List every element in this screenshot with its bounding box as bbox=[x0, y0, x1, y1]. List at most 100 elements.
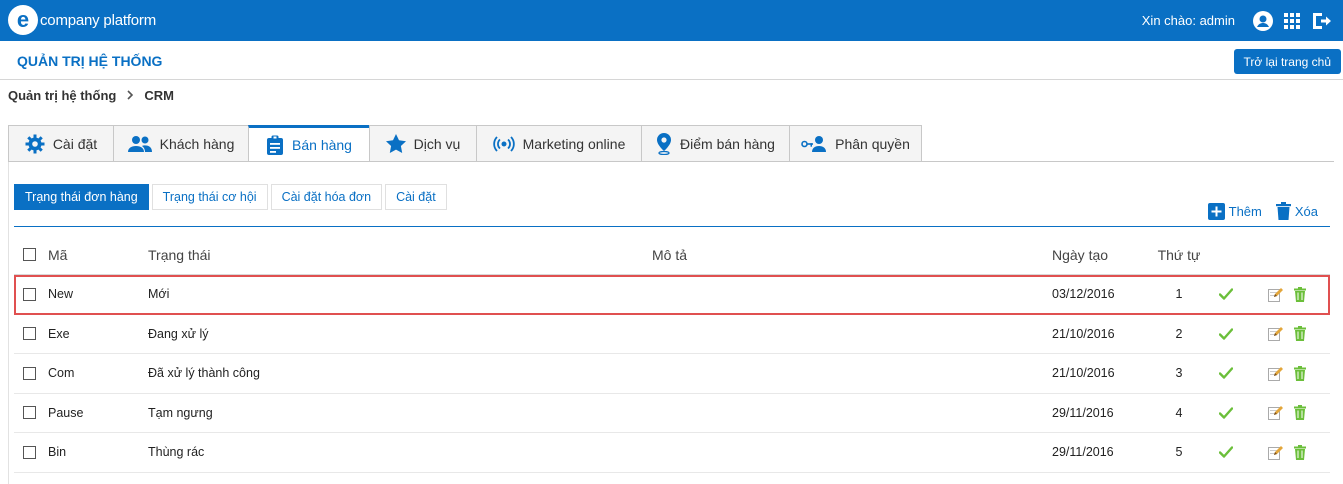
tab-label: Khách hàng bbox=[159, 135, 235, 152]
select-all-checkbox[interactable] bbox=[23, 248, 36, 261]
cell-created-date: 21/10/2016 bbox=[1052, 366, 1115, 381]
breadcrumb: Quản trị hệ thống CRM bbox=[8, 88, 174, 103]
star-icon bbox=[385, 134, 406, 153]
checkmark-icon[interactable] bbox=[1219, 315, 1233, 354]
cell-code: Pause bbox=[48, 405, 84, 420]
map-pin-icon bbox=[656, 132, 672, 155]
subtab-order-status[interactable]: Trạng thái đơn hàng bbox=[14, 184, 149, 210]
clipboard-icon bbox=[266, 135, 284, 155]
tab-customers[interactable]: Khách hàng bbox=[113, 125, 248, 162]
subtab-underline bbox=[14, 226, 1330, 227]
header-code[interactable]: Mã bbox=[48, 235, 67, 274]
greeting-text: Xin chào: admin bbox=[1141, 13, 1235, 28]
tab-permissions[interactable]: Phân quyền bbox=[789, 125, 922, 162]
trash-icon[interactable] bbox=[1294, 433, 1306, 472]
table-row[interactable]: Com Đã xử lý thành công 21/10/2016 3 bbox=[14, 354, 1330, 394]
table-row[interactable]: Bin Thùng rác 29/11/2016 5 bbox=[14, 433, 1330, 473]
cell-order: 3 bbox=[1175, 366, 1183, 381]
cell-code: Com bbox=[48, 366, 75, 381]
breadcrumb-current: CRM bbox=[144, 88, 174, 103]
row-checkbox[interactable] bbox=[23, 366, 36, 380]
cell-status: Thùng rác bbox=[148, 445, 205, 460]
trash-icon[interactable] bbox=[1294, 394, 1306, 433]
edit-icon[interactable] bbox=[1268, 433, 1283, 472]
tab-label: Bán hàng bbox=[292, 136, 352, 153]
add-label: Thêm bbox=[1228, 203, 1262, 219]
chevron-right-icon bbox=[126, 88, 134, 103]
checkmark-icon[interactable] bbox=[1219, 394, 1233, 433]
table-header: Mã Trạng thái Mô tả Ngày tạo Thứ tự bbox=[14, 235, 1330, 275]
trash-icon[interactable] bbox=[1294, 275, 1306, 314]
top-bar: e company platform Xin chào: admin bbox=[0, 0, 1343, 41]
main-tabs: Cài đặt Khách hàng Bán hàng Dịch vụ Mark… bbox=[8, 125, 922, 162]
add-button[interactable]: Thêm bbox=[1207, 202, 1262, 220]
cell-order: 2 bbox=[1175, 326, 1183, 341]
user-area: Xin chào: admin bbox=[1142, 0, 1331, 41]
header-status[interactable]: Trạng thái bbox=[148, 235, 211, 274]
table-row[interactable]: Pause Tạm ngưng 29/11/2016 4 bbox=[14, 394, 1330, 433]
delete-label: Xóa bbox=[1294, 203, 1318, 219]
tab-services[interactable]: Dịch vụ bbox=[369, 125, 476, 162]
cell-created-date: 03/12/2016 bbox=[1052, 287, 1115, 302]
breadcrumb-root[interactable]: Quản trị hệ thống bbox=[8, 88, 116, 103]
trash-icon[interactable] bbox=[1294, 354, 1306, 393]
checkmark-icon[interactable] bbox=[1219, 433, 1233, 472]
back-to-home-button[interactable]: Trở lại trang chủ bbox=[1233, 49, 1341, 74]
cell-created-date: 21/10/2016 bbox=[1052, 326, 1115, 341]
status-table: Mã Trạng thái Mô tả Ngày tạo Thứ tự New M… bbox=[14, 235, 1330, 473]
cell-status: Đã xử lý thành công bbox=[148, 366, 260, 381]
cell-created-date: 29/11/2016 bbox=[1052, 405, 1114, 420]
logo[interactable]: e company platform bbox=[8, 5, 156, 35]
row-checkbox[interactable] bbox=[23, 445, 36, 459]
header-created-date[interactable]: Ngày tạo bbox=[1052, 235, 1108, 274]
tab-marketing-online[interactable]: Marketing online bbox=[476, 125, 641, 162]
admin-header: QUẢN TRỊ HỆ THỐNG Trở lại trang chủ bbox=[0, 41, 1343, 80]
cell-status: Tạm ngưng bbox=[148, 405, 213, 420]
cell-code: New bbox=[48, 287, 74, 302]
tab-content: Trạng thái đơn hàng Trạng thái cơ hội Cà… bbox=[8, 162, 1334, 484]
cell-order: 1 bbox=[1175, 287, 1183, 302]
tab-label: Cài đặt bbox=[52, 135, 98, 152]
table-row[interactable]: New Mới 03/12/2016 1 bbox=[14, 275, 1330, 315]
delete-button[interactable]: Xóa bbox=[1275, 202, 1318, 220]
trash-icon bbox=[1275, 202, 1291, 220]
grid-icon[interactable] bbox=[1283, 12, 1301, 30]
tab-label: Dịch vụ bbox=[413, 135, 461, 152]
subtab-opportunity-status[interactable]: Trạng thái cơ hội bbox=[151, 184, 268, 210]
table-row[interactable]: Exe Đang xử lý 21/10/2016 2 bbox=[14, 315, 1330, 354]
subtab-settings[interactable]: Cài đặt bbox=[385, 184, 447, 210]
edit-icon[interactable] bbox=[1268, 394, 1283, 433]
row-checkbox[interactable] bbox=[23, 327, 36, 341]
edit-icon[interactable] bbox=[1268, 275, 1283, 314]
user-key-icon bbox=[801, 135, 827, 153]
gear-icon bbox=[25, 134, 45, 154]
trash-icon[interactable] bbox=[1294, 315, 1306, 354]
checkmark-icon[interactable] bbox=[1219, 354, 1233, 393]
edit-icon[interactable] bbox=[1268, 315, 1283, 354]
page-title: QUẢN TRỊ HỆ THỐNG bbox=[17, 53, 163, 69]
header-description[interactable]: Mô tả bbox=[652, 235, 687, 274]
cell-code: Exe bbox=[48, 326, 70, 341]
edit-icon[interactable] bbox=[1268, 354, 1283, 393]
plus-icon bbox=[1207, 202, 1225, 220]
broadcast-icon bbox=[492, 135, 515, 152]
users-icon bbox=[127, 135, 152, 153]
cell-created-date: 29/11/2016 bbox=[1052, 445, 1114, 460]
row-checkbox[interactable] bbox=[23, 287, 36, 301]
cell-status: Mới bbox=[148, 287, 170, 302]
user-circle-icon[interactable] bbox=[1253, 10, 1273, 31]
subtab-invoice-settings[interactable]: Cài đặt hóa đơn bbox=[270, 184, 383, 210]
checkmark-icon[interactable] bbox=[1219, 275, 1233, 314]
tab-settings[interactable]: Cài đặt bbox=[8, 125, 113, 162]
sub-tabs: Trạng thái đơn hàng Trạng thái cơ hội Cà… bbox=[14, 184, 450, 210]
cell-code: Bin bbox=[48, 445, 67, 460]
table-actions: Thêm Xóa bbox=[1194, 202, 1318, 220]
logo-mark: e bbox=[8, 5, 38, 35]
tab-points-of-sale[interactable]: Điểm bán hàng bbox=[641, 125, 789, 162]
tab-sales[interactable]: Bán hàng bbox=[248, 125, 369, 162]
row-checkbox[interactable] bbox=[23, 406, 36, 420]
cell-order: 5 bbox=[1175, 445, 1183, 460]
header-order[interactable]: Thứ tự bbox=[1154, 235, 1204, 274]
logout-icon[interactable] bbox=[1311, 11, 1331, 31]
cell-status: Đang xử lý bbox=[148, 326, 209, 341]
